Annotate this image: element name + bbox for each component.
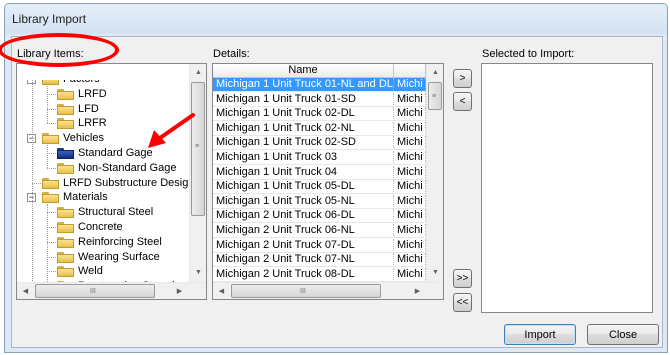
annotation-arrow-head — [148, 130, 166, 148]
annotation-arrow — [148, 113, 195, 148]
annotation-arrow-shaft — [158, 113, 195, 140]
